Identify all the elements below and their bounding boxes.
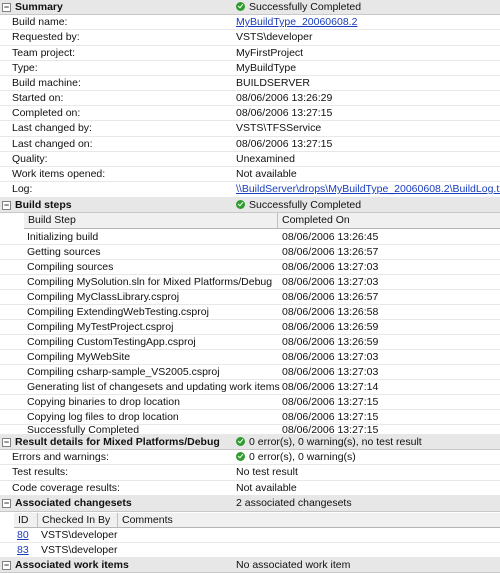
work-items-status: No associated work item — [236, 559, 351, 571]
collapse-icon[interactable]: − — [2, 200, 11, 210]
changesets-section-header[interactable]: − Associated changesets 2 associated cha… — [0, 496, 500, 512]
result-details-title: Result details for Mixed Platforms/Debug — [15, 436, 220, 448]
summary-section-header[interactable]: − Summary Successfully Completed — [0, 0, 500, 15]
success-icon — [236, 452, 245, 461]
changesets-status: 2 associated changesets — [236, 497, 352, 509]
build-step-row: Compiling CustomTestingApp.csproj 08/06/… — [0, 335, 500, 350]
summary-row: Started on: 08/06/2006 13:26:29 — [0, 91, 500, 106]
work-items-title: Associated work items — [15, 559, 129, 571]
column-header-completed-on[interactable]: Completed On — [278, 213, 500, 229]
build-log-link[interactable]: \\BuildServer\drops\MyBuildType_20060608… — [236, 182, 500, 197]
summary-row: Build name: MyBuildType_20060608.2 — [0, 15, 500, 30]
build-step-row: Compiling ExtendingWebTesting.csproj 08/… — [0, 305, 500, 320]
build-step-row: Generating list of changesets and updati… — [0, 380, 500, 395]
summary-row: Requested by: VSTS\developer — [0, 30, 500, 46]
build-step-row: Copying log files to drop location 08/06… — [0, 410, 500, 425]
build-step-row: Compiling MyWebSite 08/06/2006 13:27:03 — [0, 350, 500, 365]
collapse-icon[interactable]: − — [2, 2, 11, 12]
column-header-comments[interactable]: Comments — [118, 513, 500, 528]
changeset-row: 83 VSTS\developer — [0, 543, 500, 558]
summary-row: Team project: MyFirstProject — [0, 46, 500, 61]
summary-status: Successfully Completed — [249, 1, 362, 13]
changesets-title: Associated changesets — [15, 497, 132, 509]
summary-row: Log: \\BuildServer\drops\MyBuildType_200… — [0, 182, 500, 198]
collapse-icon[interactable]: − — [2, 560, 11, 570]
build-steps-title: Build steps — [15, 199, 72, 211]
column-header-id[interactable]: ID — [14, 513, 38, 528]
build-step-row: Compiling MyTestProject.csproj 08/06/200… — [0, 320, 500, 335]
result-details-section-header[interactable]: − Result details for Mixed Platforms/Deb… — [0, 435, 500, 450]
result-row: Test results: No test result — [0, 465, 500, 481]
summary-row: Last changed by: VSTS\TFSService — [0, 121, 500, 137]
success-icon — [236, 200, 245, 209]
summary-row: Completed on: 08/06/2006 13:27:15 — [0, 106, 500, 121]
summary-row: Quality: Unexamined — [0, 152, 500, 167]
build-step-row: Compiling MyClassLibrary.csproj 08/06/20… — [0, 290, 500, 305]
build-step-row: Initializing build 08/06/2006 13:26:45 — [0, 230, 500, 245]
build-step-row: Compiling csharp-sample_VS2005.csproj 08… — [0, 365, 500, 380]
build-step-row: Successfully Completed 08/06/2006 13:27:… — [0, 425, 500, 435]
work-items-section-header[interactable]: − Associated work items No associated wo… — [0, 558, 500, 573]
build-step-row: Compiling MySolution.sln for Mixed Platf… — [0, 275, 500, 290]
build-step-row: Compiling sources 08/06/2006 13:27:03 — [0, 260, 500, 275]
column-header-build-step[interactable]: Build Step — [24, 213, 278, 229]
result-details-status: 0 error(s), 0 warning(s), no test result — [249, 436, 422, 448]
build-step-row: Copying binaries to drop location 08/06/… — [0, 395, 500, 410]
build-name-link[interactable]: MyBuildType_20060608.2 — [236, 15, 357, 29]
changeset-id-link[interactable]: 83 — [17, 543, 29, 557]
changeset-id-link[interactable]: 80 — [17, 528, 29, 542]
success-icon — [236, 2, 245, 11]
collapse-icon[interactable]: − — [2, 437, 11, 447]
result-row: Code coverage results: Not available — [0, 481, 500, 496]
summary-row: Last changed on: 08/06/2006 13:27:15 — [0, 137, 500, 152]
collapse-icon[interactable]: − — [2, 499, 11, 508]
build-steps-section-header[interactable]: − Build steps Successfully Completed — [0, 198, 500, 213]
column-header-checked-in-by[interactable]: Checked In By — [38, 513, 118, 528]
result-row: Errors and warnings: 0 error(s), 0 warni… — [0, 450, 500, 465]
success-icon — [236, 437, 245, 446]
build-step-row: Getting sources 08/06/2006 13:26:57 — [0, 245, 500, 260]
build-steps-status: Successfully Completed — [249, 199, 362, 211]
summary-row: Type: MyBuildType — [0, 61, 500, 76]
summary-row: Work items opened: Not available — [0, 167, 500, 182]
summary-row: Build machine: BUILDSERVER — [0, 76, 500, 91]
summary-title: Summary — [15, 1, 63, 13]
changeset-row: 80 VSTS\developer — [0, 528, 500, 543]
